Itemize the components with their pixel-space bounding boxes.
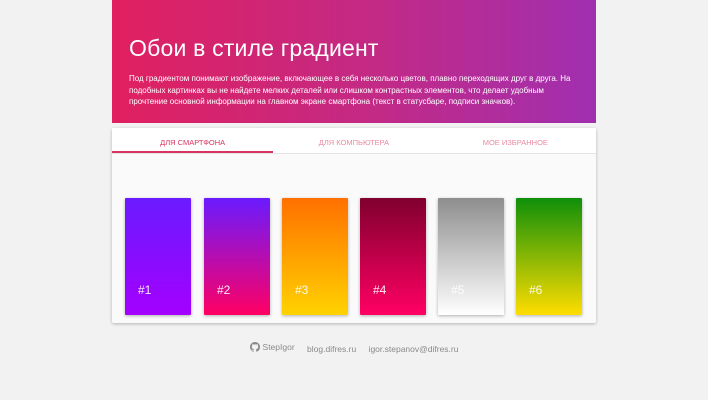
wallpaper-label: #6 bbox=[529, 283, 543, 297]
wallpaper-tile[interactable]: #6 bbox=[516, 198, 582, 315]
tab-favorites[interactable]: Мое избранное bbox=[435, 128, 596, 153]
github-username: StepIgor bbox=[262, 342, 295, 352]
page-title: Обои в стиле градиент bbox=[129, 35, 379, 61]
wallpaper-tile[interactable]: #2 bbox=[204, 198, 270, 315]
wallpaper-grid: #1 #2 #3 #4 #5 #6 bbox=[112, 154, 596, 322]
wallpaper-label: #3 bbox=[295, 283, 309, 297]
wallpaper-card: Для смартфона Для компьютера Мое избранн… bbox=[112, 128, 596, 323]
wallpaper-tile[interactable]: #1 bbox=[125, 198, 191, 315]
wallpaper-label: #1 bbox=[138, 283, 152, 297]
github-icon bbox=[249, 342, 260, 352]
wallpaper-tile[interactable]: #4 bbox=[360, 198, 426, 315]
hero-banner: Обои в стиле градиент Под градиентом пон… bbox=[112, 0, 596, 123]
wallpaper-label: #5 bbox=[451, 283, 465, 297]
tab-computer[interactable]: Для компьютера bbox=[273, 128, 434, 153]
blog-link[interactable]: blog.difres.ru bbox=[307, 344, 356, 354]
tab-smartphone[interactable]: Для смартфона bbox=[112, 128, 274, 153]
github-link[interactable]: StepIgor bbox=[249, 342, 295, 352]
wallpaper-tile[interactable]: #5 bbox=[438, 198, 504, 315]
email-link[interactable]: igor.stepanov@difres.ru bbox=[369, 344, 459, 354]
tab-bar: Для смартфона Для компьютера Мое избранн… bbox=[112, 128, 596, 154]
wallpaper-label: #4 bbox=[373, 283, 387, 297]
page-container: Обои в стиле градиент Под градиентом пон… bbox=[112, 0, 596, 323]
wallpaper-tile[interactable]: #3 bbox=[282, 198, 348, 315]
wallpaper-label: #2 bbox=[217, 283, 231, 297]
footer: StepIgor blog.difres.ru igor.stepanov@di… bbox=[0, 342, 708, 354]
page-description: Под градиентом понимают изображение, вкл… bbox=[129, 74, 571, 107]
